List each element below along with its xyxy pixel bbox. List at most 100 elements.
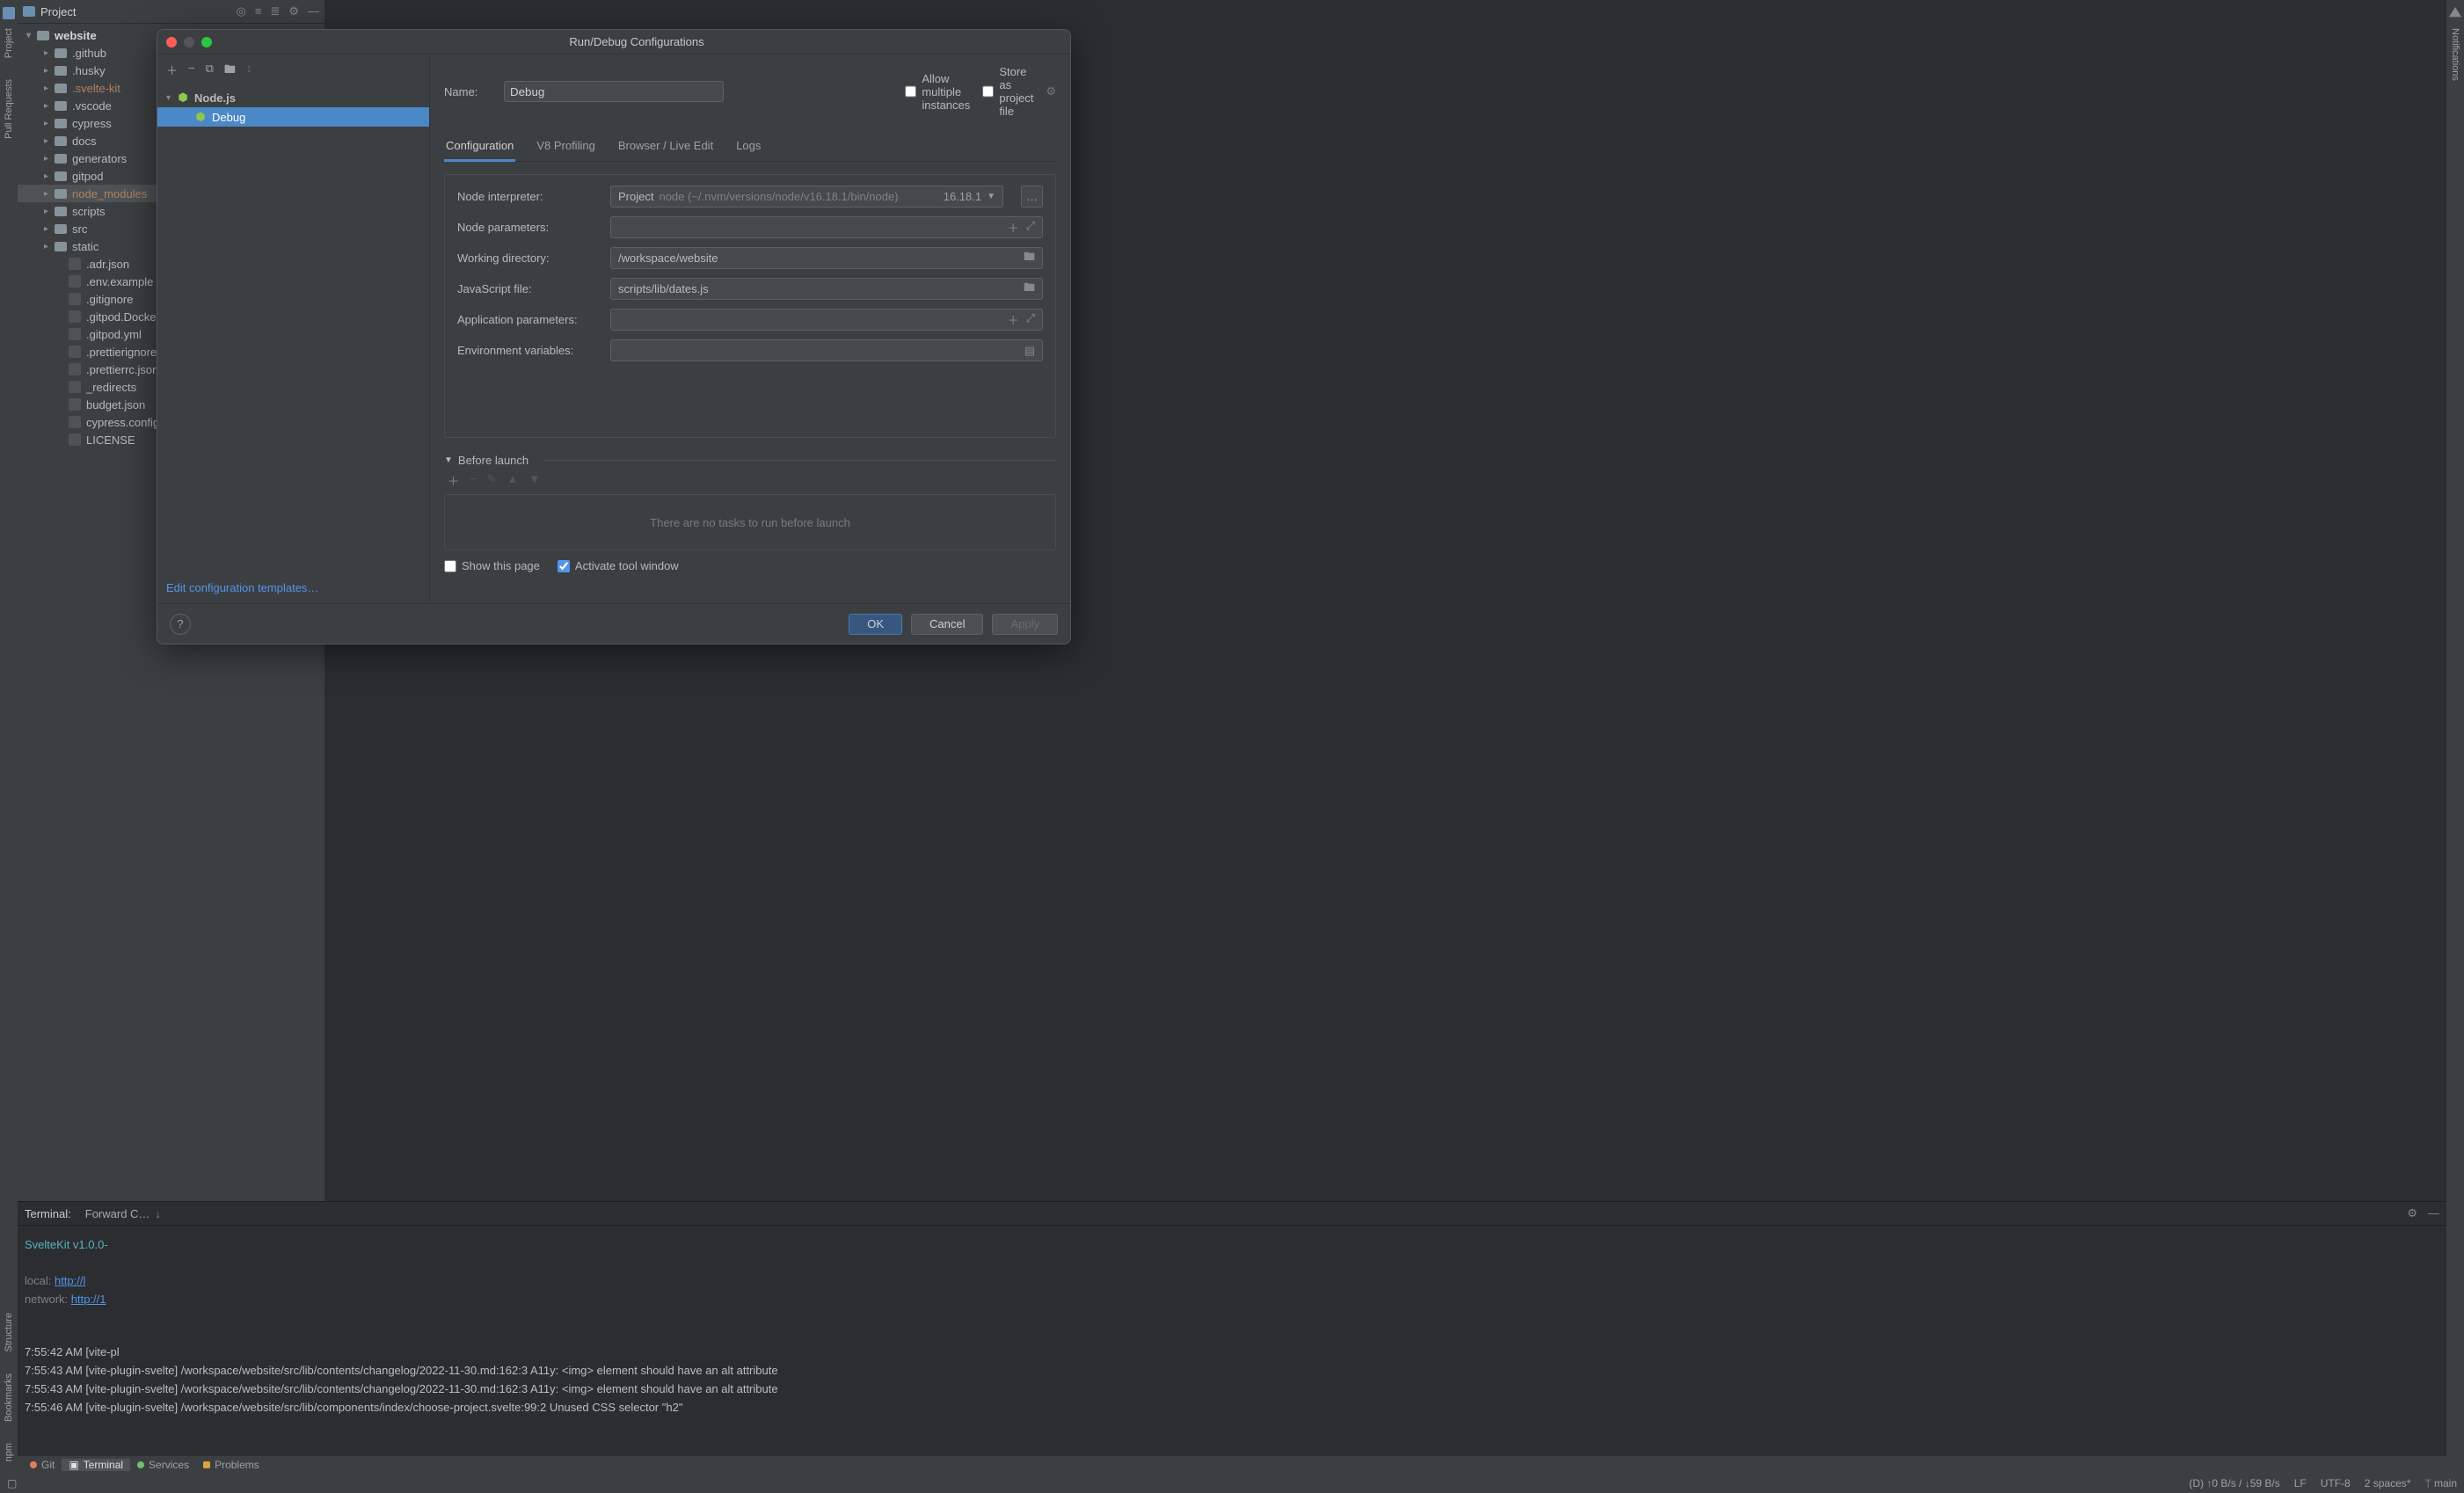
status-indent[interactable]: 2 spaces* bbox=[2365, 1477, 2411, 1489]
terminal-tab-name[interactable]: Forward C… bbox=[85, 1207, 150, 1220]
browse-file-icon[interactable]: 🖿 bbox=[1024, 280, 1035, 299]
add-task-icon[interactable]: ＋ bbox=[448, 472, 459, 489]
tool-terminal[interactable]: ▣Terminal bbox=[62, 1459, 130, 1471]
terminal-hide-icon[interactable]: ― bbox=[2428, 1206, 2439, 1220]
allow-multiple-checkbox[interactable]: Allow multiple instances bbox=[905, 72, 949, 112]
tree-label: .env.example bbox=[86, 275, 153, 288]
application-parameters-input[interactable]: ＋⤢ bbox=[610, 309, 1043, 331]
move-down-icon[interactable]: ▼ bbox=[529, 472, 540, 489]
structure-tab[interactable]: Structure bbox=[4, 1307, 14, 1358]
file-icon bbox=[69, 275, 81, 288]
save-config-icon[interactable]: 🖿 bbox=[224, 62, 236, 81]
terminal-header: Terminal: Forward C… ↓ ⚙ ― bbox=[18, 1202, 2446, 1226]
dialog-titlebar[interactable]: Run/Debug Configurations bbox=[157, 30, 1070, 55]
status-branch[interactable]: ᛘ main bbox=[2424, 1477, 2457, 1489]
browse-folder-icon[interactable]: 🖿 bbox=[1024, 249, 1035, 268]
apply-button[interactable]: Apply bbox=[992, 614, 1058, 635]
pull-requests-tab[interactable]: Pull Requests bbox=[4, 74, 14, 144]
insert-macro-icon[interactable]: ＋ bbox=[1008, 311, 1019, 328]
help-button[interactable]: ? bbox=[170, 614, 191, 635]
notifications-tab[interactable]: Notifications bbox=[2450, 23, 2460, 86]
hide-icon[interactable]: ― bbox=[308, 4, 319, 18]
activate-tool-window-checkbox[interactable]: Activate tool window bbox=[558, 559, 679, 572]
project-tab-icon[interactable] bbox=[3, 7, 15, 19]
tool-git[interactable]: Git bbox=[23, 1459, 62, 1471]
name-input[interactable] bbox=[504, 81, 724, 102]
tab-logs[interactable]: Logs bbox=[734, 135, 762, 161]
folder-icon bbox=[55, 189, 67, 199]
store-gear-icon[interactable]: ⚙ bbox=[1046, 84, 1056, 98]
collapse-all-icon[interactable]: ≣ bbox=[270, 4, 280, 18]
cancel-button[interactable]: Cancel bbox=[911, 614, 983, 635]
remove-task-icon[interactable]: − bbox=[470, 472, 477, 489]
move-up-icon[interactable]: ▲ bbox=[507, 472, 519, 489]
expand-all-icon[interactable]: ≡ bbox=[255, 4, 262, 18]
show-this-page-checkbox[interactable]: Show this page bbox=[444, 559, 540, 572]
project-tab[interactable]: Project bbox=[4, 23, 14, 63]
tab-v8-profiling[interactable]: V8 Profiling bbox=[535, 135, 596, 161]
status-network[interactable]: (D) ↑0 B/s / ↓59 B/s bbox=[2189, 1477, 2279, 1489]
terminal-output[interactable]: SvelteKit v1.0.0- local: http://l networ… bbox=[18, 1226, 2446, 1428]
folder-icon bbox=[55, 84, 67, 93]
expand-icon[interactable]: ⤢ bbox=[1026, 219, 1035, 236]
dialog-footer: ? OK Cancel Apply bbox=[157, 603, 1070, 644]
expand-icon[interactable]: ⤢ bbox=[1026, 311, 1035, 328]
status-encoding[interactable]: UTF-8 bbox=[2321, 1477, 2351, 1489]
sort-config-icon[interactable]: ↕ bbox=[246, 62, 252, 81]
empty-text: There are no tasks to run before launch bbox=[650, 516, 850, 529]
project-header: Project ◎ ≡ ≣ ⚙ ― bbox=[18, 0, 324, 24]
node-parameters-label: Node parameters: bbox=[457, 221, 598, 234]
config-item-debug[interactable]: ⬢ Debug bbox=[157, 107, 429, 127]
before-launch-title: Before launch bbox=[458, 454, 529, 467]
terminal-link[interactable]: http://1 bbox=[71, 1293, 106, 1306]
file-icon bbox=[69, 258, 81, 270]
terminal-tab-close-icon[interactable]: ↓ bbox=[155, 1207, 161, 1220]
terminal-settings-icon[interactable]: ⚙ bbox=[2407, 1206, 2417, 1220]
config-group-nodejs[interactable]: ▾ ⬢ Node.js bbox=[157, 88, 429, 107]
field-value: /workspace/website bbox=[618, 251, 718, 265]
bookmarks-tab[interactable]: Bookmarks bbox=[4, 1368, 14, 1427]
collapse-icon[interactable]: ▼ bbox=[444, 455, 453, 465]
tab-configuration[interactable]: Configuration bbox=[444, 135, 515, 162]
node-parameters-input[interactable]: ＋⤢ bbox=[610, 216, 1043, 238]
status-line-ending[interactable]: LF bbox=[2294, 1477, 2307, 1489]
npm-tab[interactable]: npm bbox=[4, 1438, 14, 1467]
edit-env-icon[interactable]: ▤ bbox=[1024, 344, 1035, 358]
field-prefix: Project bbox=[618, 190, 653, 203]
close-icon[interactable] bbox=[166, 37, 177, 47]
field-value: scripts/lib/dates.js bbox=[618, 282, 709, 295]
notifications-icon[interactable] bbox=[2449, 7, 2461, 19]
folder-icon bbox=[55, 224, 67, 234]
tool-problems[interactable]: Problems bbox=[196, 1459, 266, 1471]
terminal-toolwindow: Terminal: Forward C… ↓ ⚙ ― SvelteKit v1.… bbox=[18, 1201, 2446, 1474]
zoom-icon[interactable] bbox=[201, 37, 212, 47]
terminal-link[interactable]: http://l bbox=[55, 1274, 85, 1287]
tab-browser-live-edit[interactable]: Browser / Live Edit bbox=[616, 135, 715, 161]
terminal-line: SvelteKit v1.0.0- bbox=[25, 1238, 108, 1251]
remove-config-icon[interactable]: − bbox=[188, 62, 195, 81]
copy-config-icon[interactable]: ⧉ bbox=[206, 62, 214, 81]
node-interpreter-select[interactable]: Project node (~/.nvm/versions/node/v16.1… bbox=[610, 186, 1003, 208]
add-config-icon[interactable]: ＋ bbox=[166, 62, 178, 81]
javascript-file-input[interactable]: scripts/lib/dates.js 🖿 bbox=[610, 278, 1043, 300]
insert-macro-icon[interactable]: ＋ bbox=[1008, 219, 1019, 236]
env-variables-input[interactable]: ▤ bbox=[610, 339, 1043, 361]
config-tree[interactable]: ▾ ⬢ Node.js ⬢ Debug bbox=[157, 88, 429, 572]
tree-label: .prettierignore bbox=[86, 346, 157, 359]
tree-label: generators bbox=[72, 152, 127, 165]
file-icon bbox=[69, 416, 81, 428]
tool-services[interactable]: Services bbox=[130, 1459, 196, 1471]
locate-icon[interactable]: ◎ bbox=[237, 4, 246, 18]
ok-button[interactable]: OK bbox=[849, 614, 902, 635]
edit-templates-link[interactable]: Edit configuration templates… bbox=[157, 572, 429, 603]
status-menu-icon[interactable]: ▢ bbox=[7, 1477, 17, 1489]
terminal-label: Terminal: bbox=[25, 1207, 71, 1220]
store-as-file-checkbox[interactable]: Store as project file bbox=[982, 65, 1026, 118]
edit-task-icon[interactable]: ✎ bbox=[487, 472, 497, 489]
minimize-icon[interactable] bbox=[184, 37, 194, 47]
browse-interpreter-button[interactable]: … bbox=[1021, 186, 1043, 208]
working-directory-input[interactable]: /workspace/website 🖿 bbox=[610, 247, 1043, 269]
button-label: OK bbox=[867, 617, 884, 630]
gear-icon[interactable]: ⚙ bbox=[288, 4, 299, 18]
terminal-line: local: bbox=[25, 1274, 55, 1287]
